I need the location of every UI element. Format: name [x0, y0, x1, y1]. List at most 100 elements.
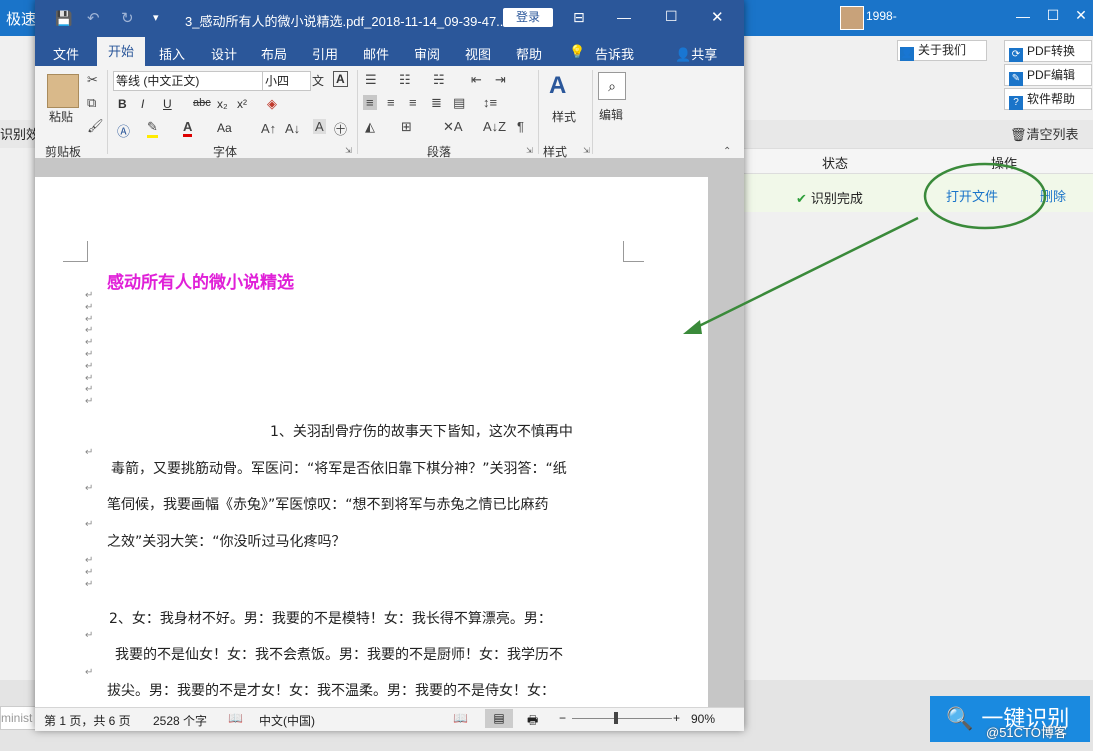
save-icon[interactable]: 💾 [55, 10, 72, 27]
tab-file[interactable]: 文件 [53, 44, 79, 63]
pdf-convert-button[interactable]: ⟳ PDF转换 [1004, 40, 1092, 62]
minimize-icon[interactable]: — [617, 9, 631, 25]
numbering-icon[interactable]: ☷ [399, 72, 411, 88]
font-size-select[interactable]: 小四 [262, 71, 311, 91]
help-button[interactable]: ? 软件帮助 [1004, 88, 1092, 110]
customize-qat-icon[interactable]: ▾ [153, 11, 159, 24]
shrink-font-icon[interactable]: A↓ [285, 121, 300, 136]
tab-review[interactable]: 审阅 [414, 44, 440, 63]
about-button[interactable]: 👤 关于我们 [897, 40, 987, 61]
bold-button[interactable]: B [118, 97, 127, 111]
zoom-out-icon[interactable]: − [559, 711, 566, 725]
align-center-icon[interactable]: ≡ [387, 95, 395, 110]
document-line[interactable]: 毒箭，又要挑筋动骨。军医问：“将军是否依旧靠下棋分神？”关羽答：“纸 [111, 458, 567, 478]
tab-mailings[interactable]: 邮件 [363, 44, 389, 63]
tab-layout[interactable]: 布局 [261, 44, 287, 63]
document-line[interactable]: 笔伺候，我要画幅《赤兔》”军医惊叹：“想不到将军与赤兔之情已比麻药 [107, 494, 549, 514]
font-name-select[interactable]: 等线 (中文正文) [113, 71, 264, 91]
character-shading-icon[interactable]: A [313, 119, 326, 134]
shading-icon[interactable]: ◭ [365, 119, 375, 135]
maximize-icon[interactable]: ☐ [665, 8, 678, 25]
zoom-slider-thumb[interactable] [614, 712, 619, 724]
decrease-indent-icon[interactable]: ⇤ [471, 72, 482, 88]
zoom-level[interactable]: 90% [691, 712, 715, 726]
enclose-characters-icon[interactable]: ㊉ [334, 119, 347, 138]
multilevel-list-icon[interactable]: ☵ [433, 72, 445, 88]
grow-font-icon[interactable]: A↑ [261, 121, 276, 136]
tab-help[interactable]: 帮助 [516, 44, 542, 63]
cut-icon[interactable]: ✂ [87, 72, 98, 88]
dialog-launcher-icon[interactable]: ⇲ [583, 146, 590, 155]
document-line[interactable]: 拔尖。男：我要的不是才女！女：我不温柔。男：我要的不是侍女！女： [107, 680, 555, 700]
pdf-edit-button[interactable]: ✎ PDF编辑 [1004, 64, 1092, 86]
clear-formatting-icon[interactable]: ◈ [267, 96, 277, 112]
tab-references[interactable]: 引用 [312, 44, 338, 63]
undo-icon[interactable]: ↶ [87, 9, 100, 27]
show-marks-icon[interactable]: ¶ [517, 119, 524, 134]
change-case-button[interactable]: Aa [217, 121, 232, 135]
language[interactable]: 中文(中国) [259, 712, 315, 729]
bullets-icon[interactable]: ☰ [365, 72, 377, 88]
clear-list-button[interactable]: 🗑清空列表 [1010, 124, 1079, 143]
username[interactable]: 1998- [866, 9, 897, 23]
zoom-slider[interactable] [572, 718, 672, 719]
proofing-icon[interactable]: 📖 [228, 711, 243, 725]
minimize-icon[interactable]: — [1008, 8, 1038, 24]
dialog-launcher-icon[interactable]: ⇲ [345, 146, 352, 155]
search-icon[interactable]: ⌕ [598, 72, 626, 100]
document-line[interactable]: 2、女：我身材不好。男：我要的不是模特！女：我长得不算漂亮。男： [109, 608, 552, 628]
maximize-icon[interactable]: ☐ [1038, 7, 1068, 24]
share-button[interactable]: 👤共享 [675, 44, 717, 63]
align-left-icon[interactable]: ≡ [363, 95, 377, 110]
justify-icon[interactable]: ≣ [431, 95, 442, 111]
phonetic-guide-icon[interactable]: 文 [312, 72, 324, 89]
redo-icon[interactable]: ↻ [121, 9, 134, 27]
close-icon[interactable]: ✕ [711, 8, 724, 26]
format-painter-icon[interactable]: 🖌 [87, 118, 104, 134]
highlight-icon[interactable]: ✎ [147, 119, 158, 138]
tab-view[interactable]: 视图 [465, 44, 491, 63]
underline-button[interactable]: U [163, 97, 172, 111]
line-spacing-icon[interactable]: ↕≡ [483, 95, 497, 110]
increase-indent-icon[interactable]: ⇥ [495, 72, 506, 88]
document-heading[interactable]: 感动所有人的微小说精选 [107, 268, 294, 293]
tab-design[interactable]: 设计 [211, 44, 237, 63]
ribbon-display-icon[interactable]: ⊟ [573, 9, 585, 26]
document-line[interactable]: 之效”关羽大笑：“你没听过马化疼吗？ [107, 531, 346, 551]
borders-icon[interactable]: ⊞ [401, 119, 412, 135]
font-color-icon[interactable]: A [183, 119, 193, 137]
web-layout-icon[interactable]: 🖶 [527, 711, 538, 732]
delete-link[interactable]: 删除 [1040, 186, 1066, 205]
subscript-button[interactable]: x₂ [217, 97, 228, 111]
document-line[interactable]: 我要的不是仙女！女：我不会煮饭。男：我要的不是厨师！女：我学历不 [115, 644, 563, 664]
italic-button[interactable]: I [141, 97, 144, 111]
zoom-in-icon[interactable]: + [673, 711, 680, 725]
tell-me-search[interactable]: 告诉我 [595, 44, 634, 63]
collapse-ribbon-icon[interactable]: ⌃ [723, 146, 731, 157]
asian-layout-icon[interactable]: ✕A [443, 119, 463, 135]
copy-icon[interactable]: ⧉ [87, 95, 96, 111]
edit-button[interactable]: 编辑 [599, 106, 623, 123]
print-layout-icon[interactable]: ▤ [485, 709, 513, 728]
close-icon[interactable]: ✕ [1066, 7, 1093, 24]
tab-home[interactable]: 开始 [97, 37, 145, 66]
paste-button[interactable]: 粘贴 [49, 108, 73, 125]
tab-insert[interactable]: 插入 [159, 44, 185, 63]
document-line[interactable]: 1、关羽刮骨疗伤的故事天下皆知，这次不慎再中 [270, 421, 573, 441]
dialog-launcher-icon[interactable]: ⇲ [526, 146, 533, 155]
login-button[interactable]: 登录 [503, 8, 553, 27]
styles-button[interactable]: 样式 [552, 108, 576, 125]
text-effects-icon[interactable]: Ⓐ [117, 121, 130, 140]
paste-icon[interactable] [47, 74, 79, 108]
word-count[interactable]: 2528 个字 [153, 712, 207, 729]
read-mode-icon[interactable]: 📖 [453, 711, 468, 725]
distributed-icon[interactable]: ▤ [453, 95, 465, 111]
avatar[interactable] [840, 6, 864, 30]
strikethrough-button[interactable]: abc [193, 97, 211, 109]
align-right-icon[interactable]: ≡ [409, 95, 417, 110]
sort-icon[interactable]: A↓Z [483, 119, 506, 134]
superscript-button[interactable]: x² [237, 97, 247, 111]
open-file-link[interactable]: 打开文件 [946, 186, 998, 205]
character-border-icon[interactable]: A [333, 71, 348, 87]
styles-icon[interactable]: A [549, 72, 566, 100]
